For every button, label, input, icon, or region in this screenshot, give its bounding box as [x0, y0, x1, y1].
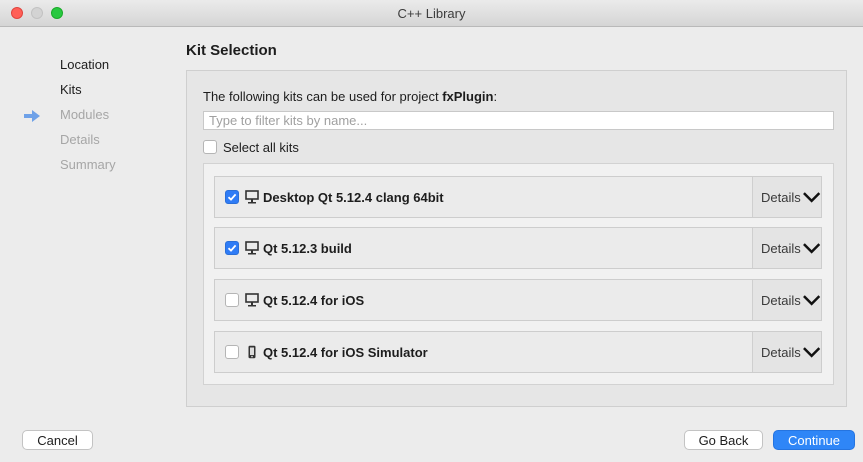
intro-text: The following kits can be used for proje… — [203, 89, 497, 104]
kit-checkbox[interactable] — [225, 241, 239, 255]
wizard-window: C++ Library Location Kits Modules Detail… — [0, 0, 863, 462]
select-all-label: Select all kits — [223, 139, 299, 155]
chevron-down-icon — [802, 192, 820, 203]
chevron-down-icon — [802, 295, 820, 306]
continue-button[interactable]: Continue — [773, 430, 855, 450]
kit-row: Desktop Qt 5.12.4 clang 64bit Details — [214, 176, 822, 218]
arrow-right-icon — [24, 110, 40, 122]
chevron-down-icon — [802, 347, 820, 358]
kit-name: Qt 5.12.4 for iOS — [263, 293, 365, 308]
intro-suffix: : — [493, 89, 498, 104]
details-label: Details — [761, 189, 801, 205]
kit-name: Qt 5.12.4 for iOS Simulator — [263, 345, 428, 360]
project-name: fxPlugin — [442, 89, 494, 104]
kit-details-button[interactable]: Details — [752, 228, 821, 268]
checkbox[interactable] — [203, 140, 217, 154]
go-back-button[interactable]: Go Back — [684, 430, 763, 450]
step-modules: Modules — [60, 107, 110, 122]
desktop-icon — [245, 190, 259, 204]
kit-row: Qt 5.12.4 for iOS Simulator Details — [214, 331, 822, 373]
kit-name: Desktop Qt 5.12.4 clang 64bit — [263, 190, 444, 205]
kit-row: Qt 5.12.3 build Details — [214, 227, 822, 269]
step-details: Details — [60, 132, 100, 147]
kit-details-button[interactable]: Details — [752, 332, 821, 372]
step-kits: Kits — [60, 82, 82, 97]
page-title: Kit Selection — [186, 42, 277, 59]
kit-checkbox[interactable] — [225, 345, 239, 359]
step-location: Location — [60, 57, 110, 72]
details-label: Details — [761, 344, 801, 360]
kit-checkbox[interactable] — [225, 293, 239, 307]
mobile-device-icon — [248, 345, 256, 359]
intro-prefix: The following kits can be used for proje… — [203, 89, 443, 104]
window-title: C++ Library — [397, 6, 466, 21]
details-label: Details — [761, 292, 801, 308]
desktop-icon — [245, 293, 259, 307]
kit-name: Qt 5.12.3 build — [263, 241, 352, 256]
title-bar: C++ Library — [0, 0, 863, 27]
cancel-button[interactable]: Cancel — [22, 430, 93, 450]
desktop-icon — [245, 241, 259, 255]
kit-details-button[interactable]: Details — [752, 177, 821, 217]
kit-row: Qt 5.12.4 for iOS Details — [214, 279, 822, 321]
kit-checkbox[interactable] — [225, 190, 239, 204]
wizard-steps-sidebar — [0, 27, 180, 417]
chevron-down-icon — [802, 243, 820, 254]
kit-filter-input[interactable] — [203, 111, 834, 130]
details-label: Details — [761, 240, 801, 256]
select-all-kits-checkbox[interactable]: Select all kits — [203, 139, 299, 155]
kit-details-button[interactable]: Details — [752, 280, 821, 320]
step-summary: Summary — [60, 157, 116, 172]
